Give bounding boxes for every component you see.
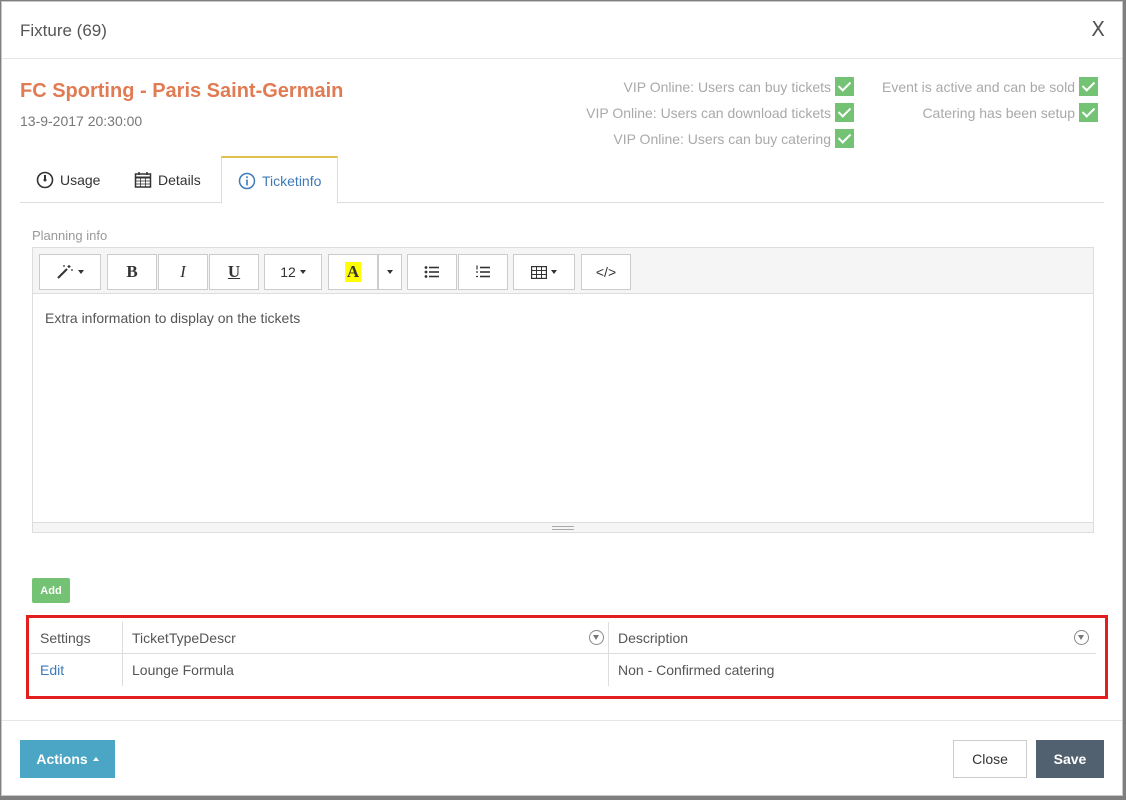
filter-icon[interactable] — [1074, 630, 1089, 645]
edit-link[interactable]: Edit — [40, 662, 64, 678]
ticket-type-grid: Settings TicketTypeDescr Description Edi… — [31, 622, 1096, 686]
editor-resize-handle[interactable] — [33, 522, 1093, 532]
caret-up-icon — [92, 757, 99, 761]
tab-usage[interactable]: Usage — [20, 156, 116, 203]
numbered-list-icon — [476, 265, 490, 278]
description-cell: Non - Confirmed catering — [618, 662, 775, 678]
checkbox-checked-icon[interactable] — [835, 103, 854, 122]
settings-cell: Edit — [31, 654, 123, 686]
status-download-tickets: VIP Online: Users can download tickets — [586, 103, 854, 122]
column-header-description[interactable]: Description — [609, 622, 1096, 654]
checkbox-checked-icon[interactable] — [835, 77, 854, 96]
fixture-name: FC Sporting - Paris Saint-Germain — [20, 80, 344, 102]
modal-title: Fixture (69) — [20, 21, 107, 40]
fixture-modal: Fixture (69) X FC Sporting - Paris Saint… — [1, 1, 1123, 796]
status-label: VIP Online: Users can buy catering — [613, 130, 831, 147]
style-button[interactable] — [39, 254, 101, 290]
close-button[interactable]: Close — [953, 740, 1027, 778]
status-buy-catering: VIP Online: Users can buy catering — [613, 129, 854, 148]
bullet-list-icon — [424, 266, 439, 278]
tab-label: Details — [158, 171, 201, 188]
font-size-button[interactable]: 12 — [264, 254, 322, 290]
planning-info-label: Planning info — [32, 228, 108, 243]
code-view-button[interactable]: </> — [581, 254, 631, 290]
status-catering-setup: Catering has been setup — [922, 103, 1098, 122]
chevron-down-icon — [387, 270, 393, 274]
column-header-label: Description — [618, 630, 689, 646]
column-header-label: TicketTypeDescr — [132, 630, 236, 646]
underline-button[interactable]: U — [209, 254, 259, 290]
tab-label: Usage — [60, 171, 101, 188]
status-buy-tickets: VIP Online: Users can buy tickets — [623, 77, 854, 96]
column-header-settings[interactable]: Settings — [31, 622, 123, 654]
tab-label: Ticketinfo — [262, 172, 322, 189]
actions-label: Actions — [36, 751, 88, 767]
editor-toolbar: B I U 12 A </> — [33, 248, 1093, 294]
font-size-value: 12 — [280, 264, 296, 280]
magic-wand-icon — [57, 265, 73, 279]
status-event-active: Event is active and can be sold — [882, 77, 1098, 96]
info-icon — [238, 172, 256, 189]
checkbox-checked-icon[interactable] — [1079, 77, 1098, 96]
tab-bar: Usage Details Ticketinfo — [20, 156, 1104, 204]
checkbox-checked-icon[interactable] — [835, 129, 854, 148]
color-dropdown-button[interactable] — [378, 254, 402, 290]
italic-button[interactable]: I — [158, 254, 208, 290]
add-button[interactable]: Add — [32, 578, 70, 603]
status-label: Catering has been setup — [922, 104, 1075, 121]
chevron-down-icon — [551, 270, 557, 274]
bold-button[interactable]: B — [107, 254, 157, 290]
table-button[interactable] — [513, 254, 575, 290]
editor-content[interactable]: Extra information to display on the tick… — [45, 310, 300, 326]
modal-header: Fixture (69) X — [2, 2, 1122, 59]
close-icon[interactable]: X — [1091, 17, 1105, 41]
status-label: VIP Online: Users can buy tickets — [623, 78, 832, 95]
unordered-list-button[interactable] — [407, 254, 457, 290]
rich-text-editor: B I U 12 A </> Extra information to disp… — [32, 247, 1094, 533]
tab-details[interactable]: Details — [118, 156, 217, 203]
actions-button[interactable]: Actions — [20, 740, 115, 778]
table-icon — [531, 265, 547, 279]
ordered-list-button[interactable] — [458, 254, 508, 290]
checkbox-checked-icon[interactable] — [1079, 103, 1098, 122]
column-header-tickettypedescr[interactable]: TicketTypeDescr — [123, 622, 609, 654]
highlight-color-icon: A — [344, 262, 362, 282]
status-label: Event is active and can be sold — [881, 78, 1075, 95]
grip-icon — [552, 526, 574, 530]
chevron-down-icon — [299, 270, 306, 274]
calendar-icon — [134, 171, 152, 188]
modal-footer: Actions Close Save — [2, 720, 1122, 797]
save-button[interactable]: Save — [1036, 740, 1104, 778]
dashboard-icon — [36, 171, 54, 188]
filter-icon[interactable] — [589, 630, 604, 645]
fixture-datetime: 13-9-2017 20:30:00 — [20, 113, 143, 129]
highlight-color-button[interactable]: A — [328, 254, 378, 290]
tab-ticketinfo[interactable]: Ticketinfo — [221, 156, 339, 204]
grid-header: Settings TicketTypeDescr Description — [31, 622, 1096, 654]
ticket-type-cell: Lounge Formula — [123, 654, 609, 686]
status-label: VIP Online: Users can download tickets — [586, 104, 831, 121]
table-row: Edit Lounge Formula Non - Confirmed cate… — [31, 654, 1096, 686]
chevron-down-icon — [78, 270, 84, 274]
